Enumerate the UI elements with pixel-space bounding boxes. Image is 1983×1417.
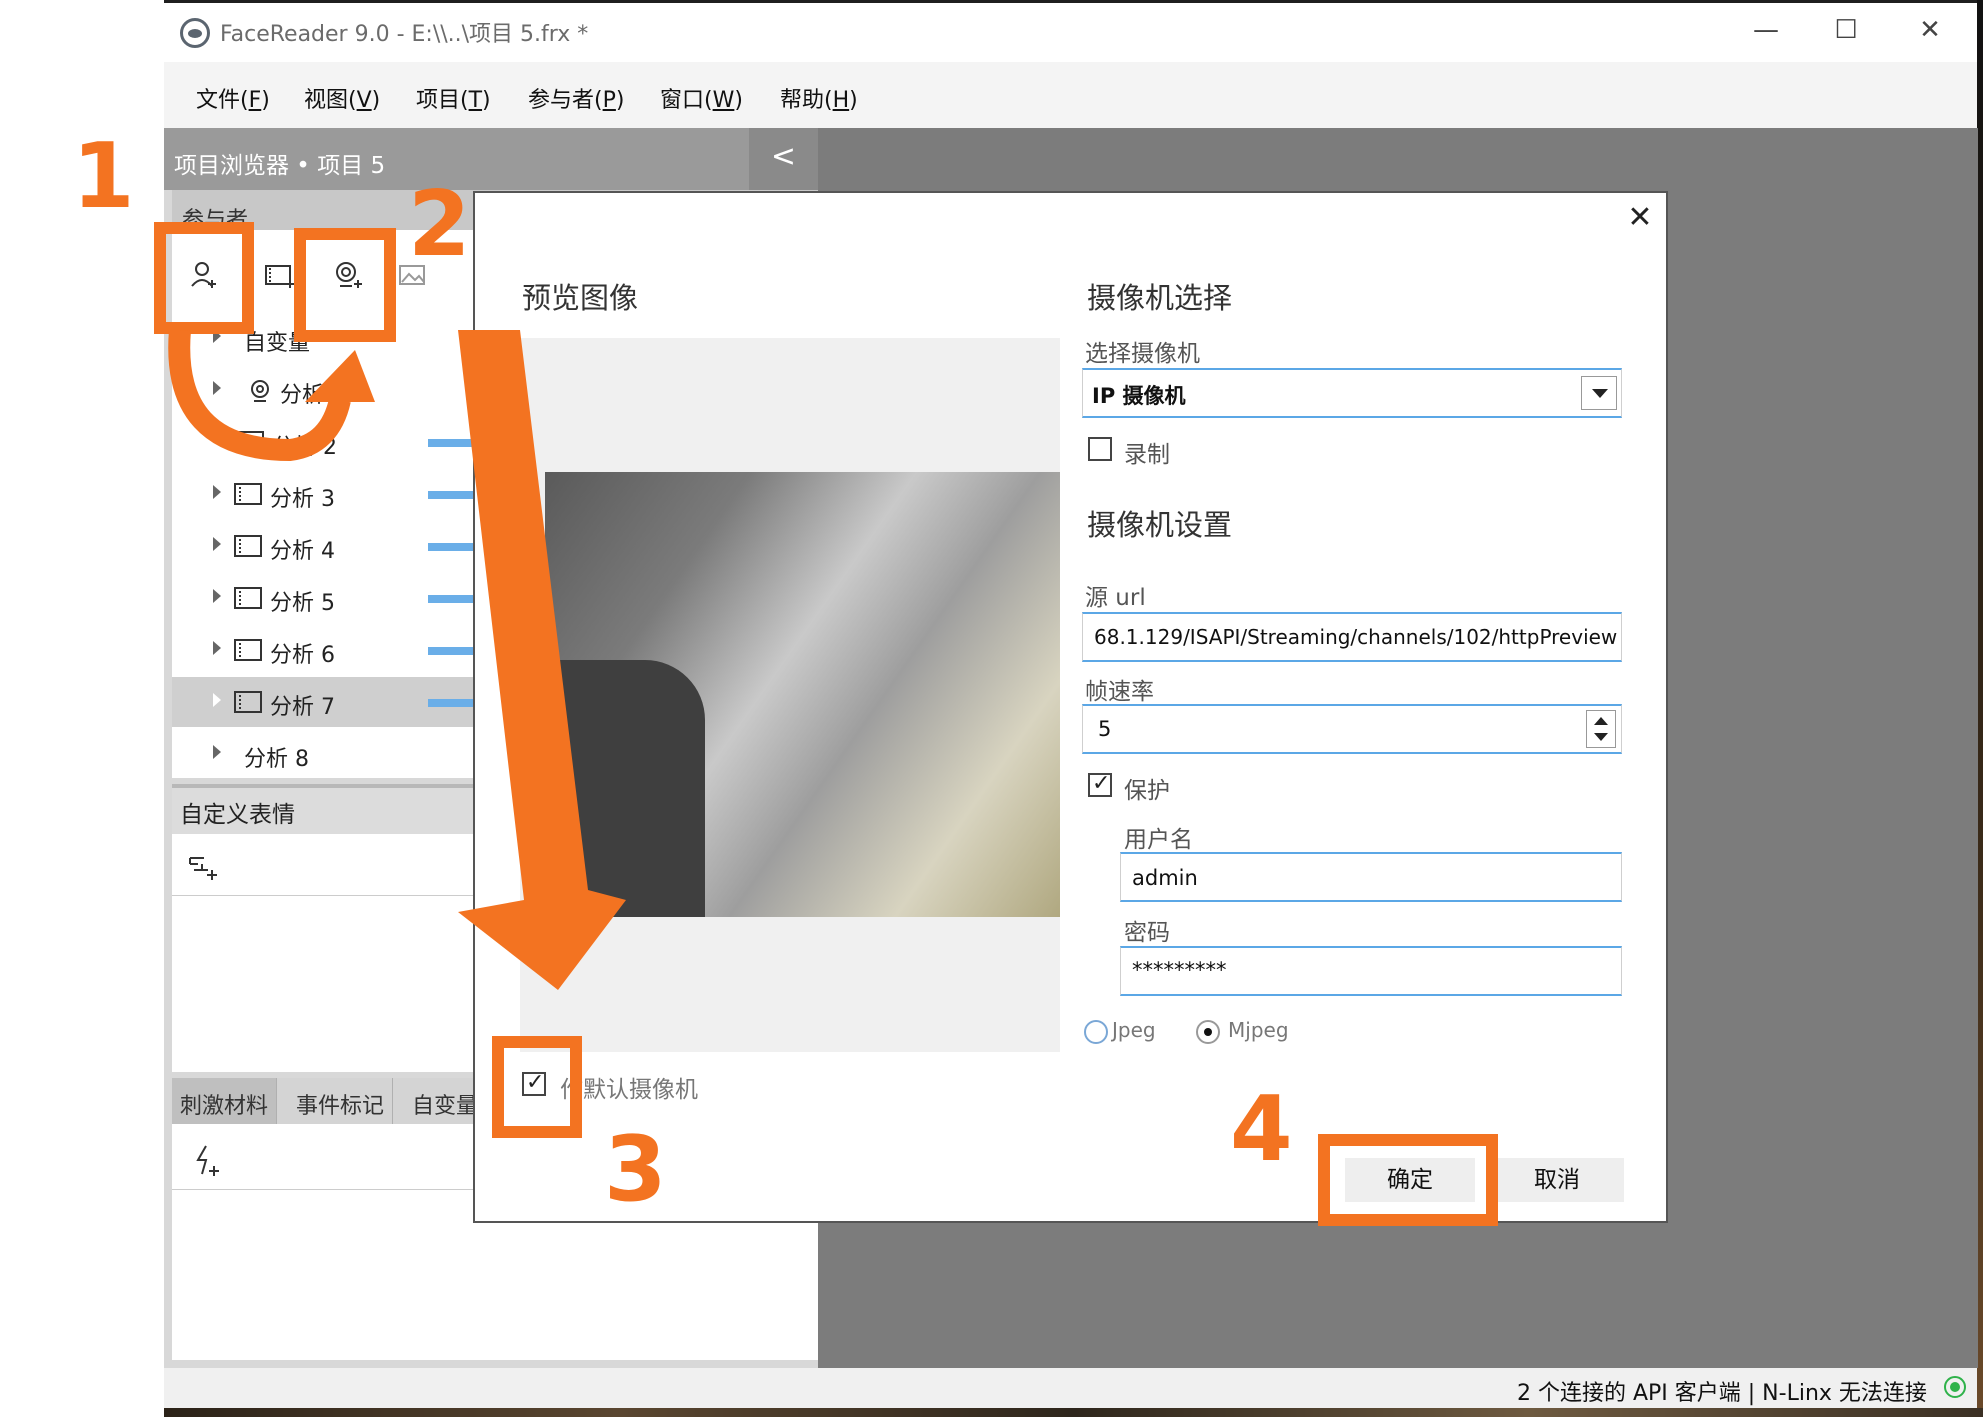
step-1-highlight [154,222,254,334]
record-checkbox[interactable] [1088,437,1112,461]
film-icon [234,535,262,557]
film-icon [234,483,262,505]
step-3-number: 3 [604,1117,667,1222]
expand-arrow-icon[interactable] [213,693,221,707]
step-1-number: 1 [72,124,135,229]
custom-expressions-label: 自定义表情 [180,802,295,828]
framerate-label: 帧速率 [1085,679,1154,705]
add-video-analysis-icon[interactable] [264,260,294,290]
username-value: admin [1132,866,1198,890]
tree-item-analysis-6[interactable]: 分析 6 [8,625,478,675]
tab-stimuli[interactable]: 刺激材料 [172,1078,278,1124]
maximize-button[interactable]: ☐ [1816,10,1876,50]
step-2-to-3-arrow-icon [458,330,626,990]
window-title: FaceReader 9.0 - E:\\..\项目 5.frx * [220,22,589,47]
chevron-down-icon[interactable] [1581,376,1617,410]
connection-status-icon [1944,1376,1966,1398]
framerate-value: 5 [1098,717,1112,741]
password-label: 密码 [1124,920,1170,946]
project-browser-title: 项目浏览器 • 项目 5 [174,153,386,179]
record-label: 录制 [1124,442,1170,468]
menu-help[interactable]: 帮助(H) [780,82,858,114]
film-icon [234,587,262,609]
preview-title: 预览图像 [522,281,639,315]
facereader-logo-icon [180,18,210,48]
film-icon [234,639,262,661]
framerate-stepper[interactable] [1586,710,1616,748]
select-camera-label: 选择摄像机 [1085,341,1200,367]
add-custom-expression-icon[interactable] [188,852,220,882]
tab-event-markers[interactable]: 事件标记 [288,1078,394,1124]
minimize-button[interactable]: — [1736,10,1796,50]
tree-item-analysis-7[interactable]: 分析 7 [172,677,478,727]
dialog-close-button[interactable]: ✕ [1622,200,1658,236]
tree-item-analysis-8[interactable]: 分析 8 [8,729,468,779]
menu-participant[interactable]: 参与者(P) [528,82,624,114]
password-value: ********* [1132,958,1227,982]
mjpeg-label: Mjpeg [1228,1018,1289,1042]
menu-view[interactable]: 视图(V) [304,82,380,114]
cancel-button[interactable]: 取消 [1490,1158,1624,1202]
mjpeg-radio[interactable] [1196,1020,1220,1044]
menu-project[interactable]: 项目(T) [416,82,491,114]
jpeg-label: Jpeg [1112,1018,1156,1042]
add-stimulus-icon[interactable] [192,1144,224,1178]
source-url-value: 68.1.129/ISAPI/Streaming/channels/102/ht… [1094,625,1618,649]
step-3-highlight [492,1036,582,1138]
film-icon [234,691,262,713]
menu-window[interactable]: 窗口(W) [660,82,743,114]
status-text: 2 个连接的 API 客户端 | N-Linx 无法连接 [1517,1381,1927,1406]
expand-arrow-icon[interactable] [213,485,221,499]
expand-arrow-icon[interactable] [213,537,221,551]
framerate-field[interactable] [1082,704,1622,754]
source-url-label: 源 url [1085,585,1146,611]
tree-item-analysis-5[interactable]: 分析 5 [8,573,478,623]
step-4-number: 4 [1230,1077,1293,1182]
step-2-number: 2 [408,172,471,277]
step-2-highlight [294,228,396,342]
jpeg-radio[interactable] [1084,1020,1108,1044]
camera-select-title: 摄像机选择 [1087,281,1233,315]
camera-settings-title: 摄像机设置 [1087,508,1233,542]
expand-arrow-icon[interactable] [213,745,221,759]
protect-checkbox[interactable] [1088,771,1112,797]
camera-dropdown-value: IP 摄像机 [1092,384,1186,408]
tree-item-analysis-3[interactable]: 分析 3 [8,469,478,519]
protect-label: 保护 [1124,778,1170,804]
close-window-button[interactable]: ✕ [1900,10,1960,50]
collapse-panel-button[interactable]: < [749,128,818,190]
expand-arrow-icon[interactable] [213,589,221,603]
menu-file[interactable]: 文件(F) [196,82,270,114]
desktop-background-bottom [164,1408,1983,1417]
step-4-highlight [1318,1134,1498,1226]
username-label: 用户名 [1124,827,1193,853]
expand-arrow-icon[interactable] [213,641,221,655]
step-1-to-2-arrow-icon [168,330,375,462]
tree-item-analysis-4[interactable]: 分析 4 [8,521,478,571]
